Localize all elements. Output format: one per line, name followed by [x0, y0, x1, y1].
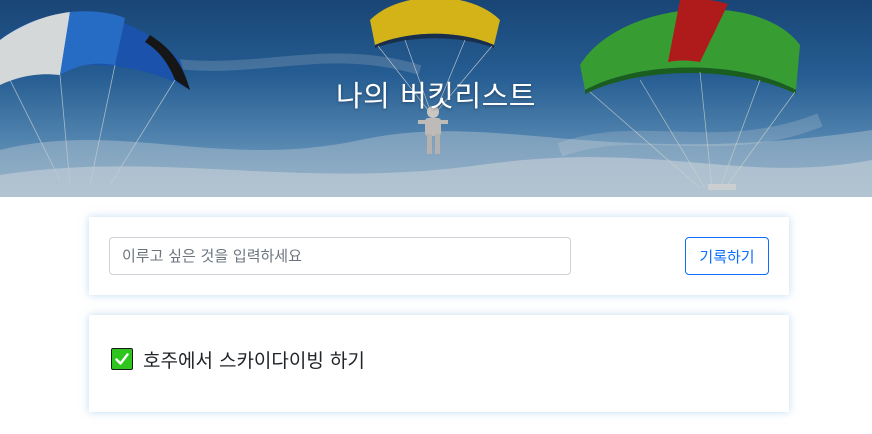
check-mark-icon[interactable] [111, 348, 133, 370]
bucket-list-card: 호주에서 스카이다이빙 하기 [89, 315, 789, 412]
hero-banner: 나의 버킷리스트 [0, 0, 872, 197]
record-button[interactable]: 기록하기 [685, 237, 769, 275]
list-item-text: 호주에서 스카이다이빙 하기 [143, 349, 365, 372]
page-title: 나의 버킷리스트 [336, 79, 536, 113]
list-item[interactable]: 호주에서 스카이다이빙 하기 [111, 345, 365, 373]
input-card: 기록하기 [89, 217, 789, 295]
bucket-item-input[interactable] [109, 237, 571, 275]
